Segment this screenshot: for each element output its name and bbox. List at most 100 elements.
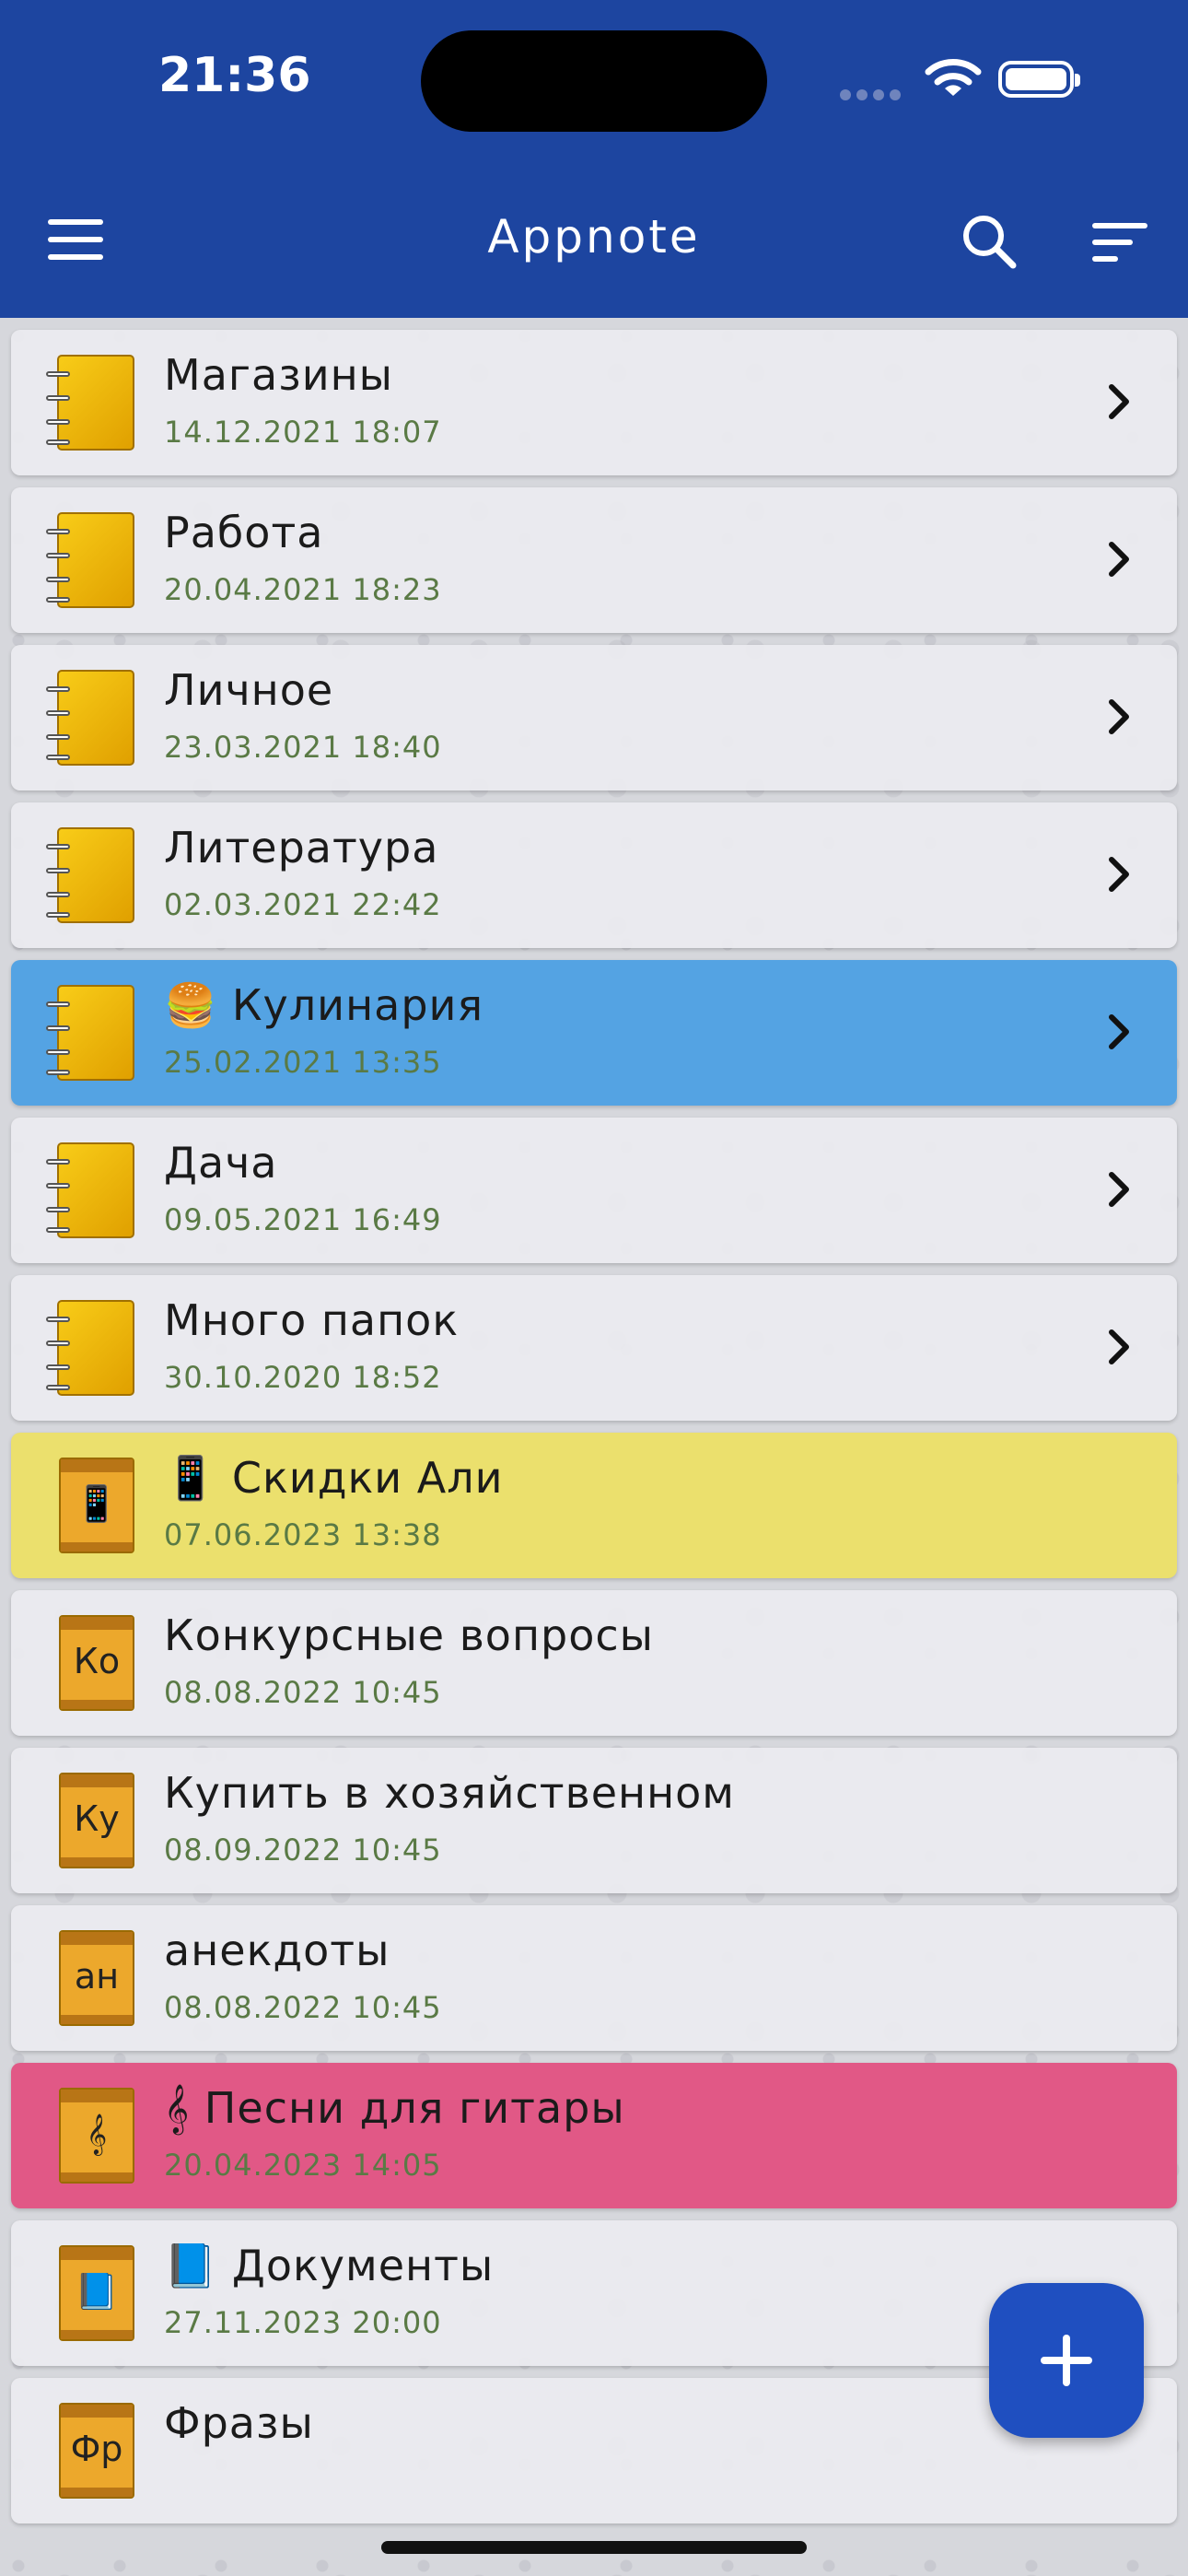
notebook-list: Магазины 14.12.2021 18:07 Работа 20.04.2021… [11, 330, 1177, 2535]
notebook-ring [46, 553, 70, 558]
notebook-ring [46, 1001, 70, 1007]
note-cover: Фр [59, 2403, 134, 2499]
chevron-right-icon [1109, 1172, 1129, 1207]
notebook-ring [46, 439, 70, 445]
note-cover: 𝄞 [59, 2088, 134, 2184]
list-item[interactable]: 🍔 Кулинария 25.02.2021 13:35 [11, 960, 1177, 1106]
list-item[interactable]: Ко Конкурсные вопросы 08.08.2022 10:45 [11, 1590, 1177, 1736]
item-date: 07.06.2023 13:38 [164, 1517, 442, 1552]
item-title: 🍔 Кулинария [164, 980, 484, 1030]
chevron-right-icon [1109, 699, 1129, 734]
notebook-ring [46, 1341, 70, 1346]
item-date: 20.04.2023 14:05 [164, 2148, 442, 2183]
note-band [61, 2330, 133, 2339]
notebook-cover [57, 670, 134, 766]
note-icon: 📱 [46, 1458, 136, 1553]
item-date: 08.08.2022 10:45 [164, 1675, 442, 1710]
chevron-right-icon [1109, 1014, 1129, 1049]
notebook-icon [46, 670, 136, 766]
notebook-ring [46, 395, 70, 401]
notebook-cover [57, 355, 134, 451]
notebook-icon [46, 1142, 136, 1238]
item-date: 08.08.2022 10:45 [164, 1990, 442, 2025]
sort-button[interactable] [1092, 223, 1147, 263]
note-band [61, 2247, 133, 2260]
note-abbreviation: Ку [74, 1798, 120, 1839]
item-date: 08.09.2022 10:45 [164, 1832, 442, 1868]
note-cover: Ко [59, 1615, 134, 1711]
note-cover: 📱 [59, 1458, 134, 1553]
notebook-icon [46, 512, 136, 608]
note-icon: 𝄞 [46, 2088, 136, 2184]
note-band [61, 1459, 133, 1472]
list-item[interactable]: Личное 23.03.2021 18:40 [11, 645, 1177, 790]
notebook-ring [46, 912, 70, 918]
note-icon: 📘 [46, 2245, 136, 2341]
notebook-icon [46, 1300, 136, 1396]
list-item[interactable]: Работа 20.04.2021 18:23 [11, 487, 1177, 633]
note-band [61, 1617, 133, 1630]
notebook-ring [46, 710, 70, 716]
item-date: 23.03.2021 18:40 [164, 730, 442, 765]
wifi-icon [925, 59, 982, 96]
notebook-icon [46, 827, 136, 923]
item-title: Личное [164, 665, 334, 715]
note-icon: Ку [46, 1773, 136, 1868]
notebook-ring [46, 1207, 70, 1212]
notebook-ring [46, 1317, 70, 1322]
notebook-cover [57, 1300, 134, 1396]
note-band [61, 2090, 133, 2102]
note-band [61, 2172, 133, 2182]
notebook-cover [57, 1142, 134, 1238]
list-item[interactable]: 📱 📱 Скидки Али 07.06.2023 13:38 [11, 1433, 1177, 1578]
notebook-ring [46, 1070, 70, 1075]
notebook-icon [46, 355, 136, 451]
notebook-ring [46, 1159, 70, 1165]
item-date: 14.12.2021 18:07 [164, 415, 442, 450]
add-button[interactable] [989, 2283, 1144, 2438]
chevron-right-icon [1109, 1329, 1129, 1364]
notebook-ring [46, 844, 70, 849]
cellular-signal-icon [840, 87, 906, 104]
item-title: анекдоты [164, 1926, 390, 1975]
item-title: 𝄞 Песни для гитары [164, 2083, 625, 2133]
item-title: Много папок [164, 1295, 460, 1345]
notebook-ring [46, 371, 70, 377]
notebook-ring [46, 1049, 70, 1055]
item-date: 27.11.2023 20:00 [164, 2305, 442, 2340]
notebook-ring [46, 597, 70, 603]
note-band [61, 2015, 133, 2024]
list-item[interactable]: Ку Купить в хозяйственном 08.09.2022 10:45 [11, 1748, 1177, 1893]
status-icons [840, 57, 1089, 103]
item-title: Работа [164, 508, 324, 557]
note-icon: Фр [46, 2403, 136, 2499]
list-item[interactable]: ан анекдоты 08.08.2022 10:45 [11, 1905, 1177, 2051]
list-item[interactable]: Дача 09.05.2021 16:49 [11, 1118, 1177, 1263]
item-date: 02.03.2021 22:42 [164, 887, 442, 922]
notebook-ring [46, 868, 70, 873]
item-title: Конкурсные вопросы [164, 1610, 654, 1660]
item-title: Литература [164, 823, 439, 872]
battery-icon [998, 61, 1080, 98]
note-band [61, 1774, 133, 1787]
list-item[interactable]: Много папок 30.10.2020 18:52 [11, 1275, 1177, 1421]
notebook-ring [46, 1364, 70, 1370]
search-icon[interactable] [958, 210, 1022, 275]
item-title: 📘 Документы [164, 2241, 495, 2290]
notebook-icon [46, 985, 136, 1081]
list-item[interactable]: 𝄞 𝄞 Песни для гитары 20.04.2023 14:05 [11, 2063, 1177, 2208]
list-item[interactable]: Литература 02.03.2021 22:42 [11, 802, 1177, 948]
notebook-cover [57, 827, 134, 923]
home-indicator [381, 2541, 807, 2554]
notebook-ring [46, 1227, 70, 1233]
item-date: 30.10.2020 18:52 [164, 1360, 442, 1395]
note-abbreviation: 𝄞 [86, 2113, 108, 2154]
item-title: Дача [164, 1138, 278, 1188]
note-abbreviation: Ко [73, 1641, 121, 1681]
list-item[interactable]: Магазины 14.12.2021 18:07 [11, 330, 1177, 475]
notebook-ring [46, 1183, 70, 1188]
note-abbreviation: 📘 [75, 2271, 119, 2312]
note-abbreviation: Фр [70, 2429, 123, 2469]
note-band [61, 1542, 133, 1551]
item-title: 📱 Скидки Али [164, 1453, 504, 1503]
